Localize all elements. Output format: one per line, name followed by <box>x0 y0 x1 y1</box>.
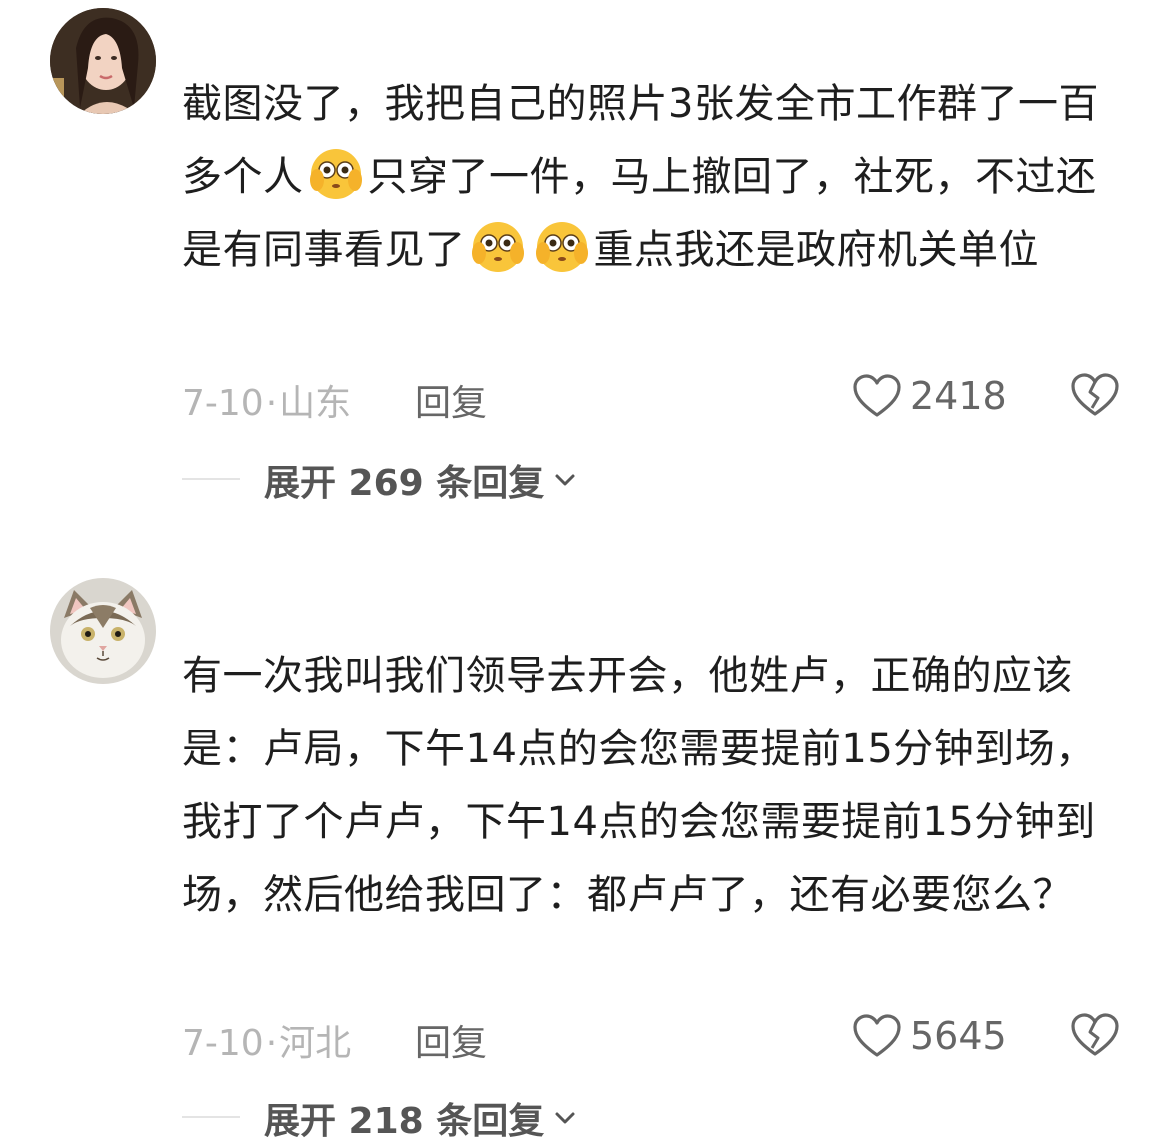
broken-heart-icon[interactable] <box>1070 372 1120 418</box>
like-count: 5645 <box>910 1014 1007 1058</box>
expand-label: 展开 269 条回复 <box>264 463 545 504</box>
reply-button[interactable]: 回复 <box>415 374 487 426</box>
avatar[interactable] <box>50 8 156 114</box>
divider <box>182 478 240 480</box>
like-button[interactable]: 5645 <box>852 1010 1007 1062</box>
comment-meta: 7-10·山东 回复 2418 <box>0 366 1170 426</box>
flushed-face-emoji-icon <box>470 219 526 275</box>
date-location: 7-10·河北 <box>182 1023 352 1064</box>
comment-text: 有一次我叫我们领导去开会，他姓卢，正确的应该是：卢局，下午14点的会您需要提前1… <box>182 653 1096 918</box>
flushed-face-emoji-icon <box>308 146 364 202</box>
user-avatar-woman-icon <box>50 8 156 114</box>
like-button[interactable]: 2418 <box>852 370 1007 422</box>
username[interactable] <box>182 600 302 610</box>
heart-icon <box>853 1014 901 1057</box>
heart-icon <box>853 374 901 417</box>
comment-text: 截图没了，我把自己的照片3张发全市工作群了一百多个人 只穿了一件，马上撤回了，社死… <box>182 81 1099 275</box>
chevron-down-icon <box>555 474 575 486</box>
divider <box>182 1116 240 1118</box>
expand-label: 展开 218 条回复 <box>264 1101 545 1142</box>
expand-replies-button[interactable]: 展开 218 条回复 <box>264 1092 578 1144</box>
username[interactable] <box>182 22 302 32</box>
expand-replies: 展开 269 条回复 <box>0 450 1170 506</box>
avatar[interactable] <box>50 578 156 684</box>
broken-heart-icon[interactable] <box>1070 1012 1120 1058</box>
date-location: 7-10·山东 <box>182 383 352 424</box>
flushed-face-emoji-icon <box>534 219 590 275</box>
comment-meta: 7-10·河北 回复 5645 <box>0 1006 1170 1066</box>
user-avatar-cat-icon <box>50 578 156 684</box>
reply-button[interactable]: 回复 <box>415 1014 487 1066</box>
expand-replies-button[interactable]: 展开 269 条回复 <box>264 454 578 506</box>
chevron-down-icon <box>555 1112 575 1124</box>
expand-replies: 展开 218 条回复 <box>0 1088 1170 1144</box>
like-count: 2418 <box>910 374 1007 418</box>
